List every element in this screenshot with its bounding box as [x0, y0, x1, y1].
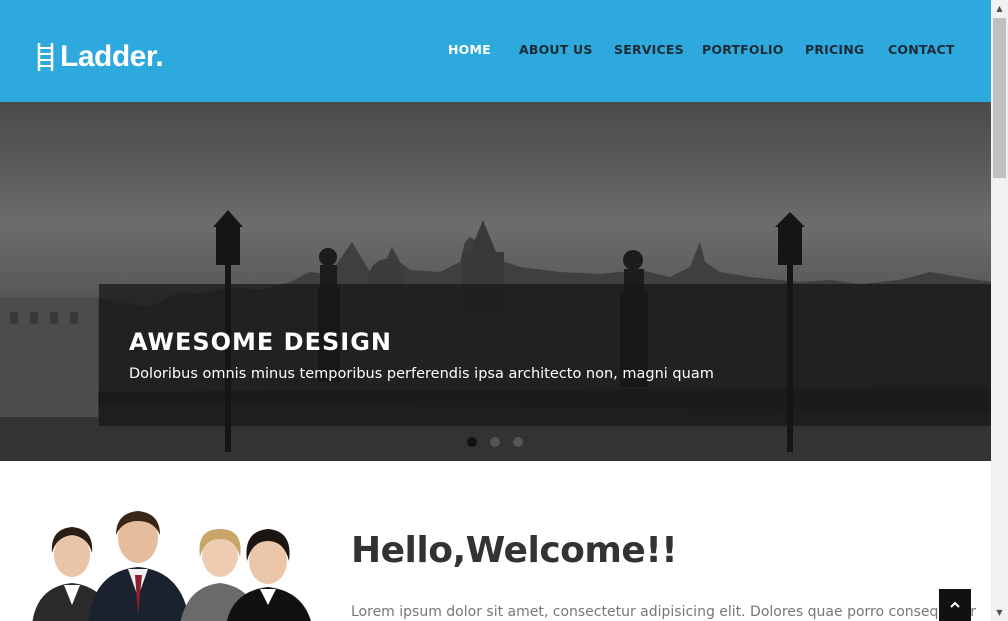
nav-about-us[interactable]: ABOUT US [519, 42, 593, 58]
nav-services[interactable]: SERVICES [614, 42, 684, 58]
nav-contact[interactable]: CONTACT [888, 42, 955, 58]
slider-pagination [467, 437, 523, 447]
back-to-top-button[interactable] [939, 589, 971, 621]
slider-dot-2[interactable] [490, 437, 500, 447]
site-header: Ladder. HOME ABOUT US SERVICES PORTFOLIO… [0, 0, 991, 102]
nav-home[interactable]: HOME [448, 42, 491, 58]
welcome-heading: Hello,Welcome!! [351, 530, 678, 571]
nav-portfolio[interactable]: PORTFOLIO [702, 42, 784, 58]
nav-pricing[interactable]: PRICING [805, 42, 864, 58]
chevron-up-icon [950, 601, 960, 608]
slider-dot-3[interactable] [513, 437, 523, 447]
page-scrollbar[interactable]: ▲ ▼ [991, 0, 1008, 621]
slide-caption: AWESOME DESIGN Doloribus omnis minus tem… [99, 284, 991, 426]
scrollbar-thumb[interactable] [993, 18, 1006, 178]
team-photo [32, 511, 311, 621]
hero-slider: AWESOME DESIGN Doloribus omnis minus tem… [0, 102, 991, 461]
slider-dot-1[interactable] [467, 437, 477, 447]
scroll-down-arrow-icon[interactable]: ▼ [991, 604, 1008, 621]
welcome-text: Lorem ipsum dolor sit amet, consectetur … [351, 604, 976, 620]
slide-subtitle: Doloribus omnis minus temporibus perfere… [129, 366, 714, 382]
slide-title: AWESOME DESIGN [129, 328, 392, 356]
page: Ladder. HOME ABOUT US SERVICES PORTFOLIO… [0, 0, 991, 621]
main-nav: HOME ABOUT US SERVICES PORTFOLIO PRICING… [0, 42, 991, 60]
scroll-up-arrow-icon[interactable]: ▲ [991, 0, 1008, 17]
